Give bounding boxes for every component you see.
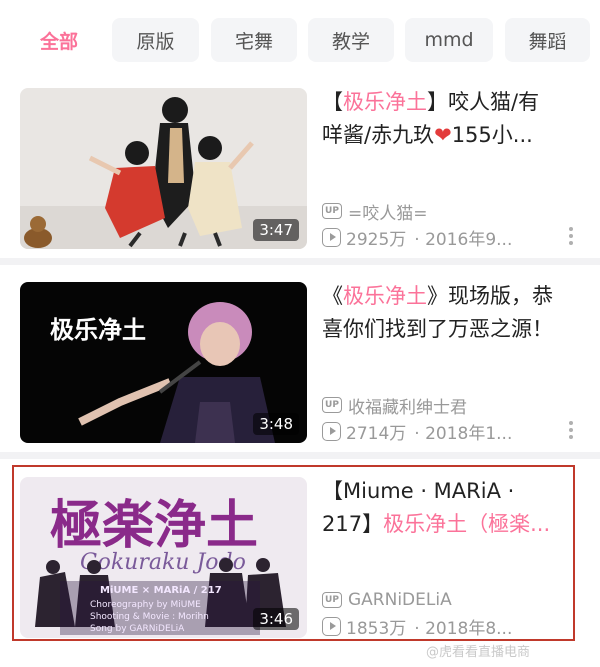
stats-row: 2714万 · 2018年1... bbox=[322, 420, 513, 444]
video-card-3[interactable]: 極楽浄土 Gokuraku Jodo MiUME × MARiA / 217 C… bbox=[0, 471, 600, 639]
more-vertical-icon[interactable] bbox=[568, 421, 574, 439]
thumbnail-credit: Song by GARNiDELiA bbox=[90, 624, 185, 634]
video-thumbnail[interactable]: 极乐净土 3:48 bbox=[20, 282, 307, 443]
stats-row: 1853万 · 2018年8... bbox=[322, 615, 513, 639]
stats-row: 2925万 · 2016年9... bbox=[322, 226, 513, 250]
divider bbox=[0, 258, 600, 265]
view-count: 2925万 bbox=[346, 229, 407, 250]
play-count-icon bbox=[322, 421, 341, 441]
video-card-2[interactable]: 极乐净土 3:48 《极乐净土》现场版，恭 喜你们找到了万恶之源！ UP 收福藏… bbox=[0, 276, 600, 446]
video-title[interactable]: 《极乐净土》现场版，恭 喜你们找到了万恶之源！ bbox=[322, 280, 584, 350]
video-duration: 3:47 bbox=[253, 219, 299, 241]
uploader-row[interactable]: UP 收福藏利绅士君 bbox=[322, 394, 467, 418]
play-count-icon bbox=[322, 227, 341, 247]
thumbnail-credit: Choreography by MiUME bbox=[90, 600, 201, 610]
up-badge-icon: UP bbox=[322, 592, 342, 608]
publish-date: · 2018年8... bbox=[414, 618, 513, 639]
tab-original[interactable]: 原版 bbox=[112, 18, 199, 62]
video-thumbnail[interactable]: 3:47 bbox=[20, 88, 307, 249]
uploader-row[interactable]: UP =咬人猫= bbox=[322, 200, 428, 224]
view-count: 1853万 bbox=[346, 618, 407, 639]
video-card-1[interactable]: 3:47 【极乐净土】咬人猫/有 咩酱/赤九玖❤155小... UP =咬人猫=… bbox=[0, 82, 600, 252]
publish-date: · 2016年9... bbox=[414, 229, 513, 250]
thumbnail-credit: MiUME × MARiA / 217 bbox=[100, 585, 222, 596]
tab-tutorial[interactable]: 教学 bbox=[308, 18, 394, 62]
uploader-row[interactable]: UP GARNiDELiA bbox=[322, 589, 452, 611]
uploader-name: 收福藏利绅士君 bbox=[348, 397, 467, 418]
thumbnail-credit: Shooting & Movie : Morihn bbox=[90, 612, 209, 622]
divider bbox=[0, 452, 600, 459]
category-tabs: 全部 原版 宅舞 教学 mmd 舞蹈 bbox=[0, 0, 600, 78]
up-badge-icon: UP bbox=[322, 397, 342, 413]
video-title[interactable]: 【极乐净土】咬人猫/有 咩酱/赤九玖❤155小... bbox=[322, 86, 584, 156]
watermark: @虎看看直播电商 bbox=[426, 645, 531, 660]
video-title[interactable]: 【Miume · MARiA · 217】极乐净土（極楽... bbox=[322, 475, 584, 545]
tab-mmd[interactable]: mmd bbox=[405, 18, 493, 62]
tab-dance[interactable]: 舞蹈 bbox=[505, 18, 590, 62]
thumbnail-caption: 极乐净土 bbox=[50, 316, 146, 344]
video-duration: 3:46 bbox=[253, 608, 299, 630]
thumbnail-title: 極楽浄土 bbox=[50, 495, 258, 556]
uploader-name: GARNiDELiA bbox=[348, 590, 452, 610]
view-count: 2714万 bbox=[346, 423, 407, 444]
play-count-icon bbox=[322, 616, 341, 636]
up-badge-icon: UP bbox=[322, 203, 342, 219]
tab-all[interactable]: 全部 bbox=[18, 18, 100, 62]
uploader-name: =咬人猫= bbox=[348, 203, 428, 224]
video-thumbnail[interactable]: 極楽浄土 Gokuraku Jodo MiUME × MARiA / 217 C… bbox=[20, 477, 307, 638]
heart-emoji: ❤ bbox=[434, 123, 452, 147]
tab-otaku-dance[interactable]: 宅舞 bbox=[211, 18, 297, 62]
video-duration: 3:48 bbox=[253, 413, 299, 435]
more-vertical-icon[interactable] bbox=[568, 227, 574, 245]
publish-date: · 2018年1... bbox=[414, 423, 513, 444]
